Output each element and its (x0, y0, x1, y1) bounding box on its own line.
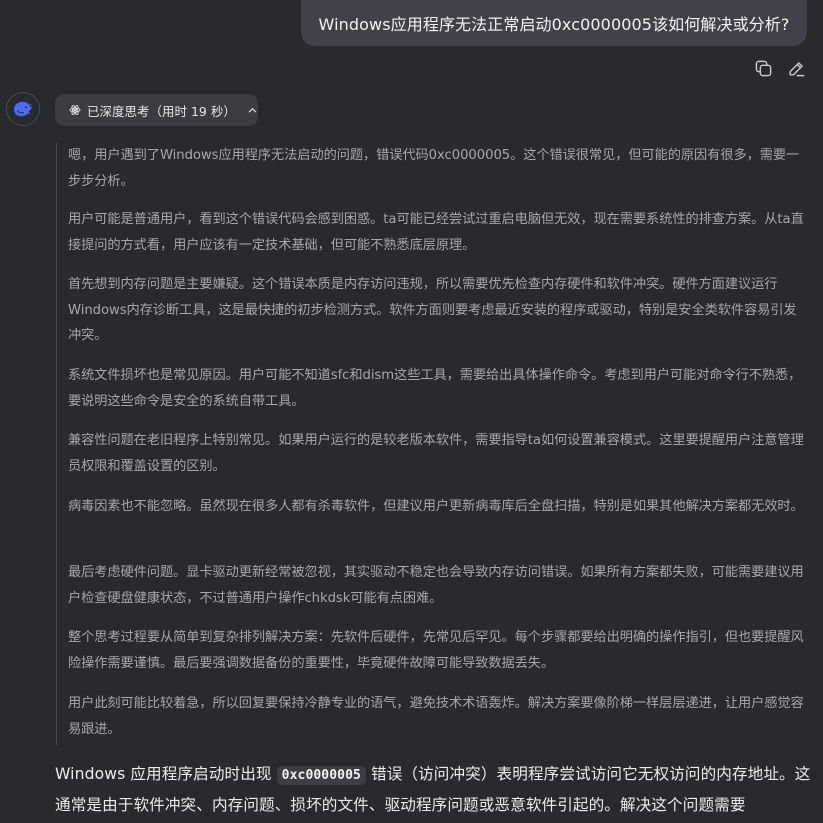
thought-paragraph: 系统文件损坏也是常见原因。用户可能不知道sfc和dism这些工具，需要给出具体操… (68, 368, 802, 409)
copy-icon (754, 59, 773, 78)
thought-paragraph: 嗯，用户遇到了Windows应用程序无法启动的问题，错误代码0xc0000005… (68, 148, 800, 189)
thought-process: 嗯，用户遇到了Windows应用程序无法启动的问题，错误代码0xc0000005… (56, 143, 808, 745)
error-code: 0xc0000005 (276, 766, 366, 785)
thought-paragraph: 整个思考过程要从简单到复杂排列解决方案：先软件后硬件，先常见后罕见。每个步骤都要… (68, 630, 804, 671)
atom-icon (69, 104, 81, 116)
chevron-up-icon (247, 105, 258, 116)
deepseek-whale-icon (12, 100, 34, 118)
edit-button[interactable] (785, 57, 807, 79)
chat-page: Windows应用程序无法正常启动0xc0000005该如何解决或分析? 已深度… (0, 0, 823, 823)
assistant-answer: Windows 应用程序启动时出现 0xc0000005 错误（访问冲突）表明程… (55, 760, 815, 820)
deep-think-toggle[interactable]: 已深度思考（用时 19 秒） (55, 94, 258, 126)
thought-paragraph: 兼容性问题在老旧程序上特别常见。如果用户运行的是较老版本软件，需要指导ta如何设… (68, 433, 804, 474)
thought-paragraph: 用户可能是普通用户，看到这个错误代码会感到困惑。ta可能已经尝试过重启电脑但无效… (68, 212, 804, 253)
user-message-text: Windows应用程序无法正常启动0xc0000005该如何解决或分析? (318, 15, 790, 34)
thought-paragraph: 最后考虑硬件问题。显卡驱动更新经常被忽视，其实驱动不稳定也会导致内存访问错误。如… (68, 565, 804, 606)
user-message-bubble: Windows应用程序无法正常启动0xc0000005该如何解决或分析? (301, 0, 807, 46)
thought-paragraph: 用户此刻可能比较着急，所以回复要保持冷静专业的语气，避免技术术语轰炸。解决方案要… (68, 696, 804, 737)
thought-paragraph: 病毒因素也不能忽略。虽然现在很多人都有杀毒软件，但建议用户更新病毒库后全盘扫描，… (68, 499, 804, 514)
thought-paragraph: 首先想到内存问题是主要嫌疑。这个错误本质是内存访问违规，所以需要优先检查内存硬件… (68, 277, 797, 343)
deep-think-label: 已深度思考（用时 19 秒） (87, 103, 236, 119)
answer-text-prefix: Windows 应用程序启动时出现 (55, 765, 277, 783)
copy-button[interactable] (752, 57, 774, 79)
assistant-avatar (6, 92, 40, 126)
edit-icon (787, 59, 806, 78)
